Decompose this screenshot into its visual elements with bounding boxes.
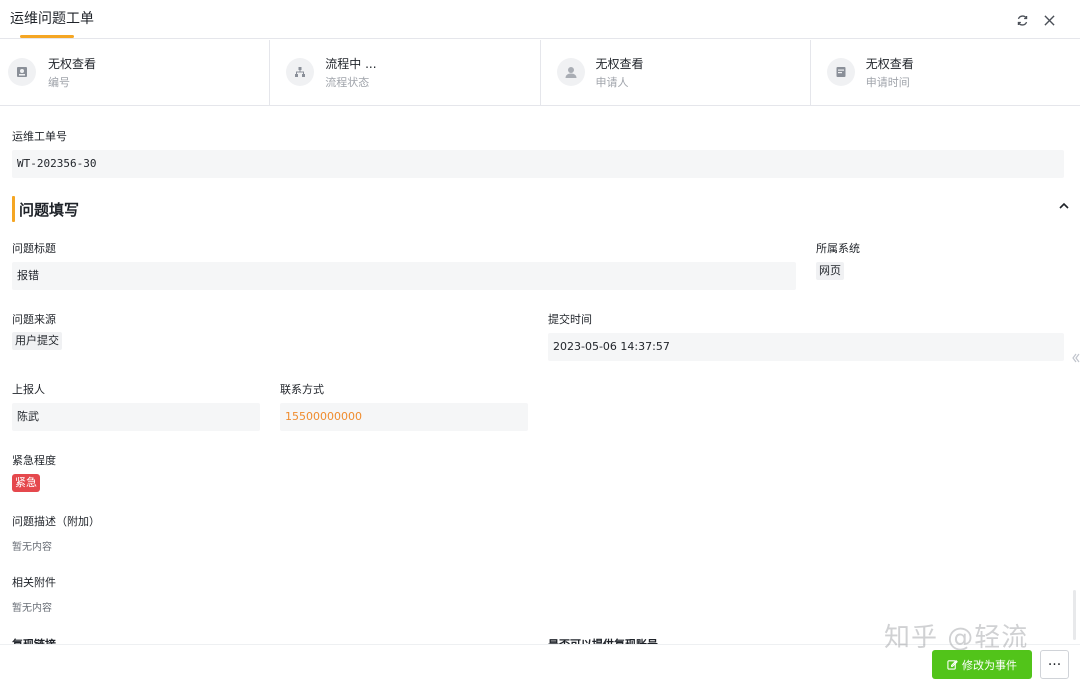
collapse-button[interactable] (1057, 199, 1073, 215)
summary-bar: 无权查看 编号 流程中 ... 流程状态 无权查看 申请人 无权查看 申请时间 (0, 40, 1080, 106)
summary-value: 流程中 ... (325, 57, 377, 71)
summary-value: 无权查看 (595, 57, 644, 71)
scrollbar[interactable] (1073, 590, 1076, 640)
summary-label: 编号 (48, 76, 70, 89)
contact-label: 联系方式 (280, 383, 324, 396)
submit-time-field: 2023-05-06 14:37:57 (548, 333, 1064, 361)
summary-card-number: 无权查看 编号 (0, 40, 271, 105)
user-icon (556, 58, 585, 86)
attachments-label: 相关附件 (12, 576, 56, 589)
issue-title-field: 报错 (12, 262, 796, 290)
system-label: 所属系统 (816, 242, 860, 255)
summary-label: 申请时间 (865, 76, 910, 89)
source-label: 问题来源 (12, 313, 56, 326)
summary-label: 流程状态 (325, 76, 370, 89)
side-panel-handle[interactable] (1070, 352, 1080, 370)
attachments-empty: 暂无内容 (12, 603, 52, 614)
refresh-button[interactable] (1014, 12, 1030, 28)
summary-card-time: 无权查看 申请时间 (811, 40, 1080, 105)
watermark: 知乎 @轻流 (884, 623, 1029, 653)
refresh-icon (1017, 14, 1027, 26)
source-tag: 用户提交 (12, 332, 62, 350)
summary-value: 无权查看 (865, 57, 914, 71)
system-tag: 网页 (816, 262, 844, 280)
convert-to-event-label: 修改为事件 (962, 658, 1017, 672)
urgency-badge: 紧急 (12, 474, 40, 492)
close-button[interactable] (1041, 12, 1057, 28)
summary-card-status: 流程中 ... 流程状态 (270, 40, 541, 105)
close-icon (1043, 14, 1055, 26)
urgency-label: 紧急程度 (12, 454, 56, 467)
summary-value: 无权查看 (48, 57, 97, 71)
title-underline (20, 35, 74, 38)
reporter-label: 上报人 (12, 383, 45, 396)
summary-card-applicant: 无权查看 申请人 (541, 40, 811, 105)
description-label: 问题描述（附加） (12, 515, 100, 528)
contact-field[interactable]: 15500000000 (280, 403, 528, 431)
id-card-icon (8, 58, 36, 86)
reporter-field: 陈武 (12, 403, 260, 431)
description-empty: 暂无内容 (12, 542, 52, 553)
summary-label: 申请人 (595, 76, 629, 89)
more-button[interactable]: ··· (1040, 650, 1069, 679)
double-chevron-left-icon (1072, 353, 1080, 363)
title-bar: 运维问题工单 (0, 0, 1080, 39)
convert-to-event-button[interactable]: 修改为事件 (932, 650, 1032, 679)
chevron-up-icon (1059, 202, 1069, 209)
more-icon: ··· (1047, 656, 1062, 673)
section-accent-bar (12, 196, 15, 222)
edit-icon (947, 660, 958, 670)
page-title: 运维问题工单 (10, 11, 94, 27)
workflow-icon (286, 58, 315, 86)
section-title: 问题填写 (19, 201, 80, 219)
issue-title-label: 问题标题 (12, 242, 56, 255)
ticket-number-label: 运维工单号 (12, 130, 67, 143)
calendar-icon (826, 58, 855, 86)
ticket-number-field: WT-202356-30 (12, 150, 1064, 178)
submit-time-label: 提交时间 (548, 313, 592, 326)
